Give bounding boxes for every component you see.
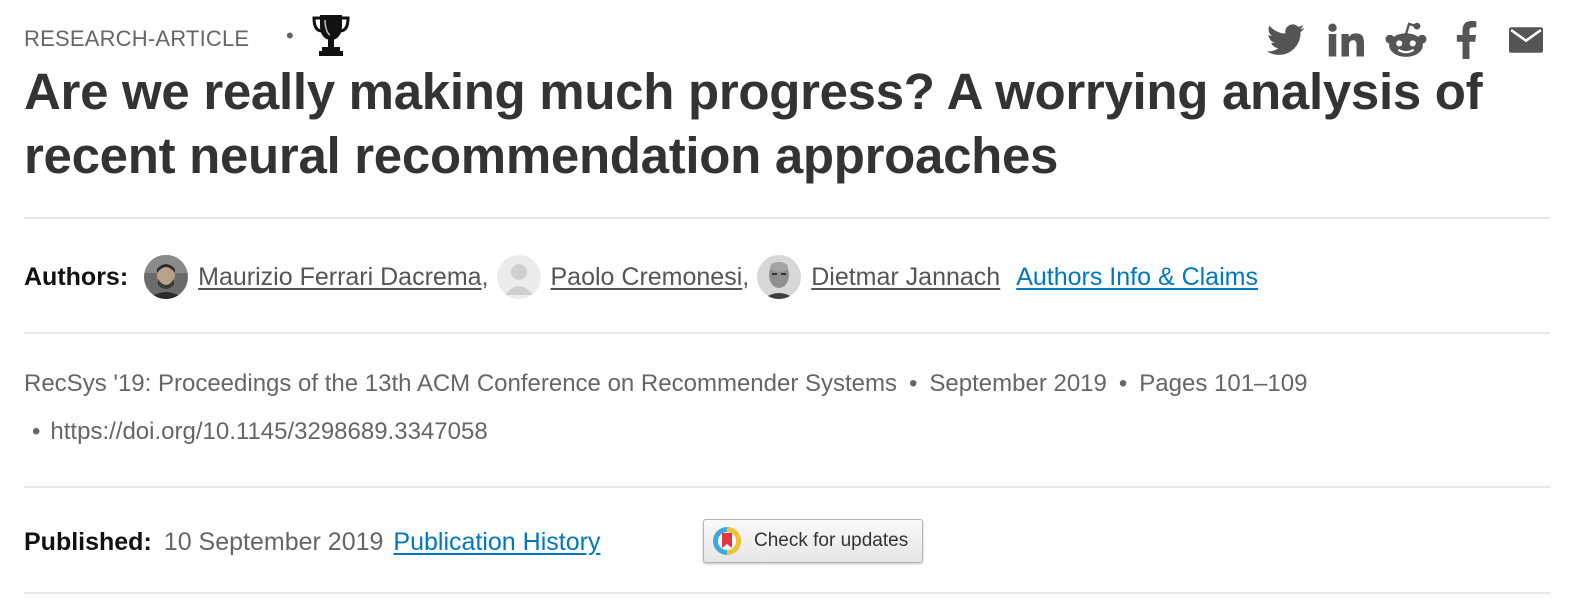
doi-link[interactable]: https://doi.org/10.1145/3298689.3347058 (50, 418, 487, 446)
author-separator: , (742, 262, 750, 291)
reddit-icon[interactable] (1376, 20, 1436, 60)
published-row: Published: 10 September 2019 Publication… (24, 528, 600, 557)
author-item: Dietmar Jannach (757, 255, 1000, 299)
bullet-separator: • (32, 418, 41, 445)
authors-info-link[interactable]: Authors Info & Claims (1016, 263, 1258, 292)
linkedin-icon[interactable] (1316, 20, 1376, 60)
article-title: Are we really making much progress? A wo… (24, 63, 1483, 184)
email-icon[interactable] (1496, 20, 1556, 60)
divider (24, 486, 1550, 488)
publication-history-link[interactable]: Publication History (393, 528, 600, 557)
facebook-icon[interactable] (1436, 20, 1496, 60)
proceedings-date: September 2019 (929, 370, 1107, 397)
authors-row: Authors: Maurizio Ferrari Dacrema , Paol… (24, 254, 1258, 300)
crossmark-icon (712, 526, 742, 556)
bullet-separator: • (1118, 370, 1128, 397)
divider (24, 332, 1550, 334)
proceedings-venue-link[interactable]: RecSys '19: Proceedings of the 13th ACM … (24, 370, 897, 398)
published-date: 10 September 2019 (163, 528, 384, 556)
twitter-icon[interactable] (1256, 20, 1316, 60)
author-separator: , (481, 262, 489, 291)
bullet-separator: • (909, 370, 918, 397)
doi-line: • https://doi.org/10.1145/3298689.334705… (32, 418, 488, 446)
author-name-link[interactable]: Dietmar Jannach (811, 263, 1000, 292)
proceedings-line: RecSys '19: Proceedings of the 13th ACM … (24, 370, 1307, 398)
published-label: Published: (24, 528, 152, 556)
divider (24, 217, 1550, 219)
check-for-updates-button[interactable]: Check for updates (703, 519, 923, 563)
avatar[interactable] (144, 255, 189, 299)
article-type-label: RESEARCH-ARTICLE (24, 26, 250, 51)
proceedings-pages: Pages 101–109 (1139, 370, 1308, 397)
author-item: Maurizio Ferrari Dacrema , (144, 255, 496, 299)
author-name-link[interactable]: Maurizio Ferrari Dacrema (198, 263, 481, 292)
type-separator: • (286, 23, 294, 48)
article-meta-header: RESEARCH-ARTICLE • (24, 10, 1556, 62)
author-item: Paolo Cremonesi , (496, 255, 758, 299)
check-for-updates-label: Check for updates (754, 530, 909, 551)
avatar[interactable] (757, 255, 802, 299)
author-name-link[interactable]: Paolo Cremonesi (551, 263, 743, 292)
share-bar (1256, 20, 1556, 60)
trophy-icon (311, 12, 351, 58)
avatar[interactable] (496, 255, 541, 299)
authors-label: Authors: (24, 262, 129, 291)
divider (24, 592, 1550, 594)
